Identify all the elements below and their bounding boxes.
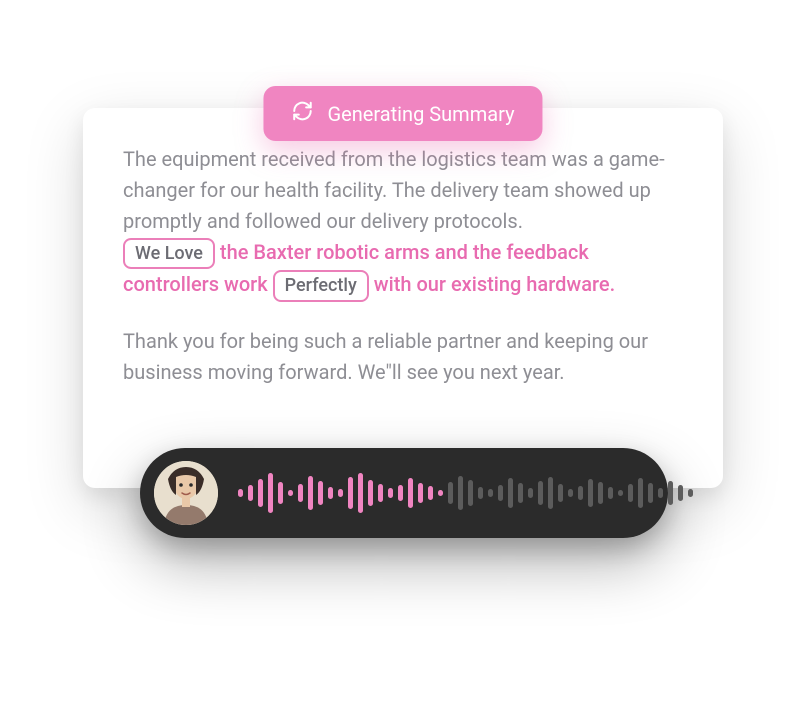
- waveform-bar: [538, 481, 543, 505]
- summary-card: The equipment received from the logistic…: [83, 108, 723, 488]
- generating-summary-badge: Generating Summary: [263, 86, 542, 141]
- sentiment-pill-perfectly: Perfectly: [273, 270, 369, 301]
- waveform[interactable]: [238, 448, 693, 538]
- waveform-bar: [458, 476, 463, 510]
- waveform-bar: [358, 473, 363, 513]
- highlight-part2: with our existing hardware.: [369, 272, 615, 296]
- waveform-bar: [528, 488, 533, 498]
- waveform-bar: [328, 487, 333, 499]
- waveform-bar: [278, 482, 283, 504]
- waveform-bar: [648, 483, 653, 503]
- waveform-bar: [298, 484, 303, 502]
- waveform-bar: [478, 487, 483, 499]
- waveform-bar: [508, 478, 513, 508]
- refresh-icon: [291, 100, 313, 127]
- badge-label: Generating Summary: [327, 102, 514, 126]
- waveform-bar: [318, 481, 323, 505]
- waveform-bar: [368, 480, 373, 506]
- waveform-bar: [378, 484, 383, 502]
- audio-player[interactable]: [140, 448, 668, 538]
- waveform-bar: [688, 489, 693, 497]
- waveform-bar: [338, 489, 343, 497]
- waveform-bar: [398, 485, 403, 501]
- waveform-bar: [468, 480, 473, 506]
- waveform-bar: [608, 487, 613, 499]
- waveform-bar: [348, 477, 353, 509]
- waveform-bar: [638, 478, 643, 508]
- waveform-bar: [618, 490, 623, 496]
- waveform-bar: [568, 489, 573, 497]
- waveform-bar: [248, 485, 253, 501]
- waveform-bar: [448, 482, 453, 504]
- waveform-bar: [268, 473, 273, 513]
- waveform-bar: [408, 478, 413, 508]
- waveform-bar: [548, 477, 553, 509]
- waveform-bar: [488, 489, 493, 497]
- sentiment-pill-love: We Love: [123, 238, 215, 269]
- waveform-bar: [518, 483, 523, 503]
- waveform-bar: [678, 485, 683, 501]
- highlight-sentence: We Love the Baxter robotic arms and the …: [123, 240, 615, 296]
- waveform-bar: [238, 489, 243, 497]
- waveform-bar: [598, 482, 603, 504]
- waveform-bar: [428, 486, 433, 500]
- waveform-bar: [308, 476, 313, 510]
- waveform-bar: [588, 479, 593, 507]
- summary-body: The equipment received from the logistic…: [123, 144, 683, 388]
- waveform-bar: [258, 479, 263, 507]
- summary-p2: Thank you for being such a reliable part…: [123, 329, 648, 384]
- waveform-bar: [628, 484, 633, 502]
- waveform-bar: [418, 483, 423, 503]
- waveform-bar: [438, 490, 443, 496]
- waveform-bar: [388, 488, 393, 498]
- avatar: [154, 461, 218, 525]
- waveform-bar: [498, 485, 503, 501]
- waveform-bar: [558, 484, 563, 502]
- waveform-bar: [288, 490, 293, 496]
- waveform-bar: [578, 486, 583, 500]
- waveform-bar: [658, 488, 663, 498]
- summary-p1: The equipment received from the logistic…: [123, 147, 665, 233]
- waveform-bar: [668, 481, 673, 505]
